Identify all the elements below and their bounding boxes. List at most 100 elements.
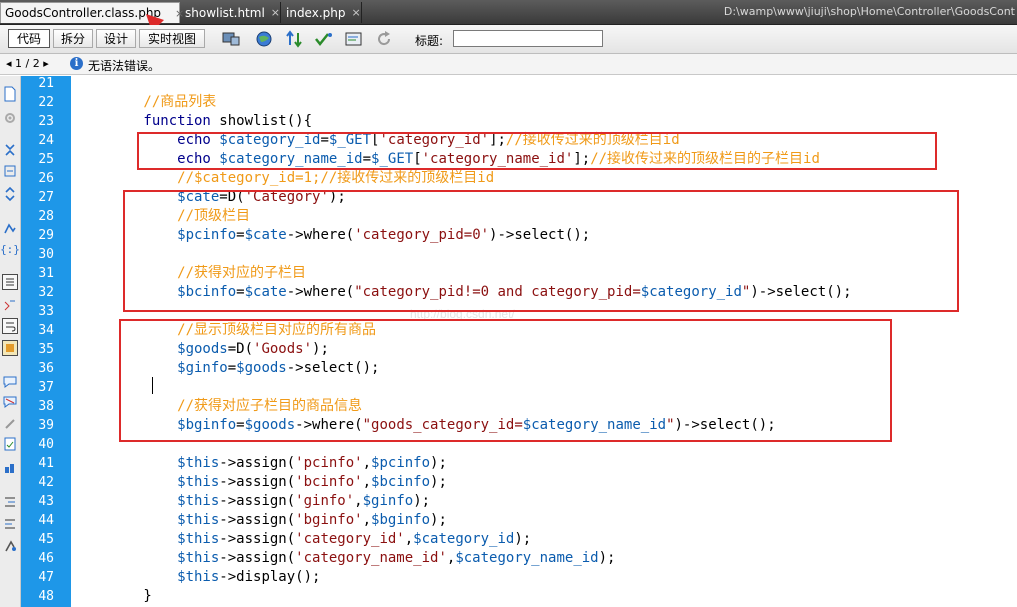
line-number: 26 <box>38 171 54 186</box>
line-number: 30 <box>38 247 54 262</box>
line-number: 41 <box>38 456 54 471</box>
multiscreen-icon[interactable] <box>222 30 242 48</box>
line-number: 48 <box>38 589 54 604</box>
code-line[interactable]: $this->assign('pcinfo',$pcinfo); <box>76 454 447 473</box>
code-token: $ginfo <box>362 493 414 509</box>
code-token: ->assign( <box>219 455 296 471</box>
remove-comment-icon[interactable] <box>2 394 18 410</box>
code-token: $pcinfo <box>371 455 431 471</box>
tab-close-icon[interactable]: × <box>271 6 280 19</box>
line-number: 27 <box>38 190 54 205</box>
select-parent-tag-icon[interactable] <box>2 220 18 236</box>
line-number: 29 <box>38 228 54 243</box>
code-token: $this <box>76 493 220 509</box>
check-browser-icon[interactable] <box>344 30 364 48</box>
code-line[interactable]: $this->assign('bcinfo',$bcinfo); <box>76 473 447 492</box>
line-number: 39 <box>38 418 54 433</box>
code-token: //$category_id=1;//接收传过来的顶级栏目id <box>76 170 495 186</box>
expand-tag-icon[interactable] <box>2 142 18 158</box>
syntax-coloring-icon[interactable] <box>2 340 18 356</box>
code-token: 'ginfo' <box>295 493 355 509</box>
line-number: 23 <box>38 114 54 129</box>
recent-snippets-icon[interactable] <box>2 436 18 452</box>
file-path: D:\wamp\www\jiuji\shop\Home\Controller\G… <box>723 5 1015 18</box>
code-token: ); <box>413 493 431 509</box>
code-token: 'category_name_id' <box>295 550 447 566</box>
code-token: ->assign( <box>219 550 296 566</box>
code-token: ); <box>598 550 616 566</box>
info-icon: i <box>70 57 83 70</box>
code-token: $category_name_id <box>455 550 599 566</box>
syntax-status-bar: ◂ 1 / 2 ▸ i 无语法错误。 <box>0 54 1017 75</box>
code-line[interactable]: $this->assign('bginfo',$bginfo); <box>76 511 447 530</box>
globe-icon[interactable] <box>254 30 274 48</box>
code-token: $bcinfo <box>371 474 431 490</box>
code-line[interactable]: $this->display(); <box>76 568 320 587</box>
wrap-tag-icon[interactable] <box>2 416 18 432</box>
file-transfer-icon[interactable] <box>285 30 305 48</box>
code-line[interactable]: $this->assign('category_id',$category_id… <box>76 530 531 549</box>
code-token: ->assign( <box>219 512 296 528</box>
code-token: , <box>404 531 414 547</box>
code-line[interactable]: function showlist(){ <box>76 112 312 131</box>
line-number: 45 <box>38 532 54 547</box>
line-number: 37 <box>38 380 54 395</box>
highlight-invalid-icon[interactable] <box>2 296 18 312</box>
code-line[interactable]: //商品列表 <box>76 93 216 112</box>
code-token: , <box>354 493 363 509</box>
tab-label: index.php <box>286 5 346 20</box>
title-input[interactable] <box>453 30 603 47</box>
code-token: , <box>362 474 372 490</box>
line-number: 24 <box>38 133 54 148</box>
tab-label: GoodsController.class.php <box>5 6 162 20</box>
format-source-icon[interactable] <box>2 538 18 554</box>
code-token: 'bginfo' <box>295 512 363 528</box>
outdent-icon[interactable] <box>2 516 18 532</box>
indent-icon[interactable] <box>2 494 18 510</box>
code-line[interactable]: $this->assign('category_name_id',$catego… <box>76 549 615 568</box>
code-token: showlist(){ <box>219 113 313 129</box>
move-css-icon[interactable] <box>2 460 18 476</box>
line-number: 36 <box>38 361 54 376</box>
code-token: ); <box>430 512 447 528</box>
error-pager[interactable]: ◂ 1 / 2 ▸ <box>6 57 49 70</box>
expand-all-icon[interactable] <box>2 186 18 202</box>
word-wrap-icon[interactable] <box>2 318 18 334</box>
code-editor[interactable]: {:} 21 22 23 24 25 26 27 28 29 30 31 32 … <box>0 76 1017 607</box>
line-numbers-icon[interactable] <box>2 274 18 290</box>
code-token: $this <box>76 569 220 585</box>
code-token: , <box>362 455 372 471</box>
code-view-button[interactable]: 代码 <box>8 29 50 48</box>
collapse-selection-icon[interactable] <box>2 163 18 179</box>
code-token: ->assign( <box>219 493 296 509</box>
code-token: $this <box>76 531 220 547</box>
line-number: 33 <box>38 304 54 319</box>
code-token: $this <box>76 474 220 490</box>
line-number: 44 <box>38 513 54 528</box>
balance-braces-icon[interactable]: {:} <box>0 241 20 257</box>
highlight-box-category-queries <box>123 190 959 312</box>
live-view-button[interactable]: 实时视图 <box>139 29 205 48</box>
code-line[interactable]: $this->assign('ginfo',$ginfo); <box>76 492 430 511</box>
apply-comment-icon[interactable] <box>2 374 18 390</box>
design-view-button[interactable]: 设计 <box>96 29 136 48</box>
highlight-box-goods-queries <box>119 319 892 442</box>
line-number: 40 <box>38 437 54 452</box>
code-line[interactable]: //$category_id=1;//接收传过来的顶级栏目id <box>76 169 494 188</box>
code-token: ->assign( <box>219 474 296 490</box>
validate-icon[interactable] <box>314 30 334 48</box>
code-token: function <box>76 113 220 129</box>
code-token: ->assign( <box>219 531 296 547</box>
tab-index[interactable]: index.php × <box>282 2 362 23</box>
code-token: 'pcinfo' <box>295 455 363 471</box>
code-token: , <box>362 512 372 528</box>
refresh-icon[interactable] <box>374 30 394 48</box>
split-view-button[interactable]: 拆分 <box>53 29 93 48</box>
line-number: 35 <box>38 342 54 357</box>
code-token: $bginfo <box>371 512 431 528</box>
gear-icon[interactable] <box>2 110 18 126</box>
tab-close-icon[interactable]: × <box>351 6 360 19</box>
code-token: ); <box>430 455 447 471</box>
code-line[interactable]: } <box>76 587 151 606</box>
open-documents-icon[interactable] <box>2 86 18 102</box>
